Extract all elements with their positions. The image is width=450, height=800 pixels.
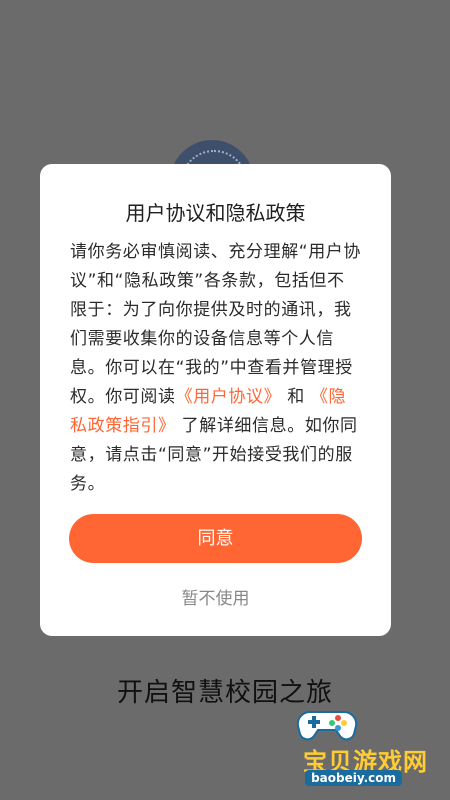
dialog-body: 请你务必审慎阅读、充分理解“用户协议”和“隐私政策”各条款，包括但不限于：为了向… bbox=[70, 238, 361, 499]
dialog-title: 用户协议和隐私政策 bbox=[125, 201, 306, 225]
privacy-dialog: 用户协议和隐私政策 请你务必审慎阅读、充分理解“用户协议”和“隐私政策”各条款，… bbox=[40, 164, 391, 636]
body-connector: 和 bbox=[287, 387, 305, 407]
watermark: 宝贝游戏网 baobeiy.com bbox=[238, 708, 428, 786]
agree-button[interactable]: 同意 bbox=[69, 514, 362, 563]
body-intro: 请你务必审慎阅读、充分理解“用户协议”和“隐私政策”各条款，包括但不限于：为了向… bbox=[70, 242, 362, 407]
watermark-url: baobeiy.com bbox=[305, 770, 402, 786]
slogan: 开启智慧校园之旅 bbox=[116, 678, 333, 708]
gamepad-icon bbox=[296, 710, 358, 741]
user-agreement-link[interactable]: 《用户协议》 bbox=[176, 387, 282, 407]
decline-button[interactable]: 暂不使用 bbox=[40, 584, 391, 609]
